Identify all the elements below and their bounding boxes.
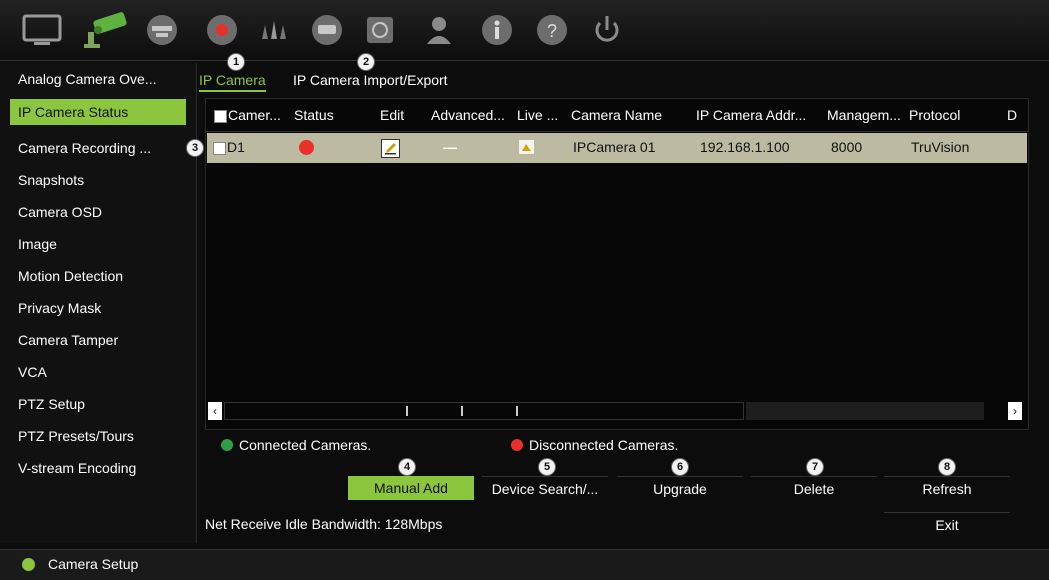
sidebar-item-privacy-mask[interactable]: Privacy Mask: [10, 295, 186, 321]
sidebar-item-motion-detection[interactable]: Motion Detection: [10, 263, 186, 289]
column-header-protocol[interactable]: Protocol: [909, 107, 960, 123]
column-header-live[interactable]: Live ...: [517, 107, 558, 123]
legend-disconnected: Disconnected Cameras.: [511, 437, 678, 453]
callout-marker: 7: [806, 458, 824, 476]
storage-icon[interactable]: [358, 8, 402, 52]
column-header-camera[interactable]: Camer...: [228, 107, 281, 123]
column-header-edit[interactable]: Edit: [380, 107, 404, 123]
network-icon[interactable]: [140, 8, 184, 52]
tab-ip-camera-import-export[interactable]: IP Camera Import/Export: [293, 70, 448, 90]
camera-table: Camer... Status Edit Advanced... Live ..…: [205, 98, 1029, 430]
current-page-label: Camera Setup: [48, 556, 139, 572]
refresh-button[interactable]: Refresh: [884, 476, 1010, 501]
cell-camera-name: IPCamera 01: [573, 139, 656, 155]
scroll-right-icon[interactable]: ›: [1008, 402, 1022, 420]
header-divider: [206, 131, 1028, 132]
tab-ip-camera[interactable]: IP Camera: [199, 70, 266, 92]
scroll-thumb[interactable]: [224, 402, 744, 420]
record-icon[interactable]: [200, 8, 244, 52]
column-header-management-port[interactable]: Managem...: [827, 107, 901, 123]
sidebar-item-ptz-setup[interactable]: PTZ Setup: [10, 391, 186, 417]
callout-marker: 6: [671, 458, 689, 476]
callout-marker: 5: [538, 458, 556, 476]
bandwidth-status: Net Receive Idle Bandwidth: 128Mbps: [205, 516, 443, 532]
column-header-ip-address[interactable]: IP Camera Addr...: [696, 107, 806, 123]
cell-protocol: TruVision: [911, 139, 970, 155]
sidebar-item-ptz-presets-tours[interactable]: PTZ Presets/Tours: [10, 423, 186, 449]
power-icon[interactable]: [585, 8, 629, 52]
column-header-advanced[interactable]: Advanced...: [431, 107, 505, 123]
legend-disconnected-label: Disconnected Cameras.: [529, 437, 679, 453]
cell-management-port: 8000: [831, 139, 863, 155]
cell-advanced[interactable]: —: [443, 139, 457, 155]
status-indicator-icon: [22, 558, 35, 571]
sidebar: Analog Camera Ove... IP Camera Status Ca…: [0, 63, 196, 543]
legend-connected-label: Connected Cameras.: [239, 437, 372, 453]
scroll-track: [746, 402, 984, 420]
sidebar-item-camera-recording[interactable]: Camera Recording ...: [10, 135, 186, 161]
user-icon[interactable]: [417, 8, 461, 52]
table-row[interactable]: D1 — IPCamera 01 192.168.1.100 8000 TruV…: [207, 133, 1027, 163]
cell-camera: D1: [227, 139, 245, 155]
top-menu-bar: ?: [0, 0, 1049, 61]
horizontal-scrollbar[interactable]: ‹ ›: [206, 400, 1026, 424]
connected-dot-icon: [221, 439, 233, 451]
legend-connected: Connected Cameras.: [221, 437, 371, 453]
svg-text:?: ?: [547, 21, 557, 41]
callout-marker: 2: [357, 53, 375, 71]
sidebar-item-vca[interactable]: VCA: [10, 359, 186, 385]
callout-marker: 4: [398, 458, 416, 476]
cell-ip-address: 192.168.1.100: [700, 139, 790, 155]
disconnected-dot-icon: [511, 439, 523, 451]
sidebar-item-ip-camera-status[interactable]: IP Camera Status: [10, 99, 186, 125]
exit-button[interactable]: Exit: [884, 512, 1010, 537]
device-icon[interactable]: [305, 8, 349, 52]
manual-add-button[interactable]: Manual Add: [348, 476, 474, 500]
live-view-icon[interactable]: [519, 140, 534, 154]
help-icon[interactable]: ?: [530, 8, 574, 52]
sidebar-item-camera-osd[interactable]: Camera OSD: [10, 199, 186, 225]
sidebar-item-analog-camera-overview[interactable]: Analog Camera Ove...: [10, 66, 186, 92]
sidebar-item-camera-tamper[interactable]: Camera Tamper: [10, 327, 186, 353]
sidebar-item-v-stream-encoding[interactable]: V-stream Encoding: [10, 455, 186, 481]
column-header-status[interactable]: Status: [294, 107, 334, 123]
edit-icon[interactable]: [381, 139, 400, 158]
monitor-icon[interactable]: [20, 8, 64, 52]
info-icon[interactable]: [475, 8, 519, 52]
callout-marker: 3: [186, 139, 204, 157]
column-header-d[interactable]: D: [1007, 107, 1017, 123]
divider: [196, 63, 197, 543]
sidebar-item-snapshots[interactable]: Snapshots: [10, 167, 186, 193]
delete-button[interactable]: Delete: [751, 476, 877, 501]
bottom-status-bar: Camera Setup: [0, 549, 1049, 580]
column-header-camera-name[interactable]: Camera Name: [571, 107, 662, 123]
callout-marker: 8: [938, 458, 956, 476]
select-all-checkbox[interactable]: [214, 110, 227, 123]
scroll-left-icon[interactable]: ‹: [208, 402, 222, 420]
sidebar-item-image[interactable]: Image: [10, 231, 186, 257]
upgrade-button[interactable]: Upgrade: [617, 476, 743, 501]
device-search-button[interactable]: Device Search/...: [482, 476, 608, 501]
alarm-icon[interactable]: [252, 8, 296, 52]
camera-icon[interactable]: [74, 8, 134, 52]
row-checkbox[interactable]: [213, 142, 226, 155]
callout-marker: 1: [227, 53, 245, 71]
status-disconnected-icon: [299, 140, 314, 155]
